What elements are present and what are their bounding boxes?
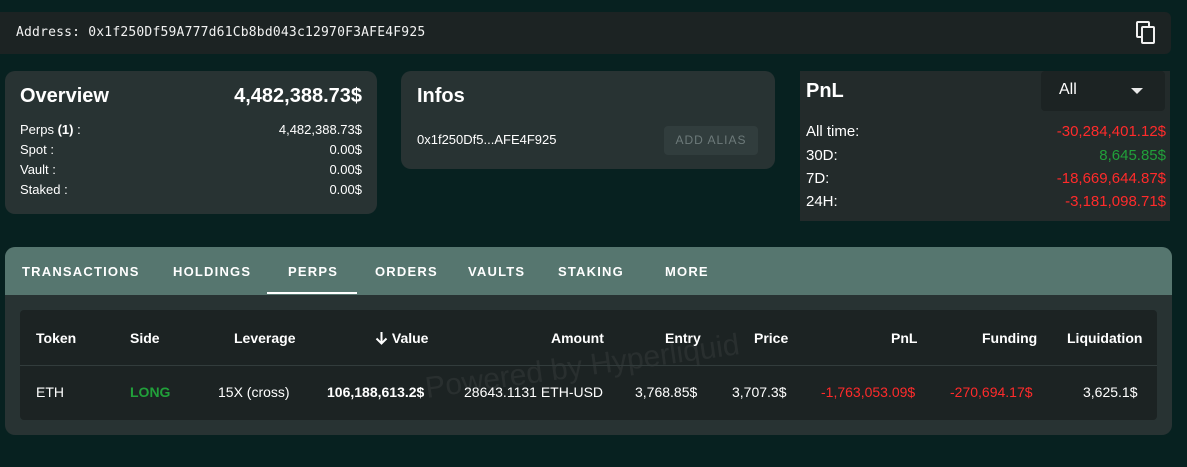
address-bar: Address: 0x1f250Df59A777d61Cb8bd043c1297…: [0, 12, 1171, 54]
overview-row-label: Spot :: [20, 142, 54, 157]
column-header-pnl[interactable]: PnL: [891, 330, 917, 346]
tab-orders[interactable]: ORDERS: [375, 264, 438, 279]
column-header-entry[interactable]: Entry: [665, 330, 701, 346]
overview-row-value: 0.00$: [329, 182, 362, 197]
column-header-value-label: Value: [391, 330, 429, 346]
perps-count: (1): [57, 122, 74, 137]
overview-row-label: Staked :: [20, 182, 68, 197]
overview-row-value: 0.00$: [329, 142, 362, 157]
column-header-leverage[interactable]: Leverage: [234, 330, 295, 346]
tab-staking[interactable]: STAKING: [558, 264, 624, 279]
pnl-row-value: -18,669,644.87$: [1056, 170, 1166, 187]
cell-price: 3,707.3$: [732, 384, 787, 400]
infos-title: Infos: [417, 85, 465, 107]
overview-row-value: 4,482,388.73$: [278, 122, 362, 137]
cell-pnl: -1,763,053.09$: [821, 384, 916, 400]
chevron-down-icon: [1131, 88, 1143, 94]
pnl-row-value: -3,181,098.71$: [1065, 193, 1166, 210]
address-text: Address: 0x1f250Df59A777d61Cb8bd043c1297…: [16, 25, 425, 40]
address-value: 0x1f250Df59A777d61Cb8bd043c12970F3AFE4F9…: [88, 25, 426, 40]
cell-token: ETH: [36, 384, 64, 400]
cell-entry: 3,768.85$: [635, 384, 698, 400]
tab-holdings[interactable]: HOLDINGS: [173, 264, 251, 279]
pnl-row-label: 7D:: [806, 170, 830, 187]
pnl-period-select[interactable]: All: [1041, 71, 1165, 111]
active-tab-indicator: [267, 292, 357, 294]
pnl-card: PnL All All time: -30,284,401.12$ 30D: 8…: [800, 71, 1170, 221]
column-header-side[interactable]: Side: [130, 330, 160, 346]
cell-value: 106,188,613.2$: [327, 384, 425, 400]
infos-card: Infos 0x1f250Df5...AFE4F925 ADD ALIAS: [401, 71, 775, 169]
add-alias-button[interactable]: ADD ALIAS: [664, 126, 758, 155]
overview-row-label: Vault :: [20, 162, 56, 177]
infos-short-address: 0x1f250Df5...AFE4F925: [417, 132, 557, 147]
column-header-token[interactable]: Token: [36, 330, 76, 346]
pnl-period-value: All: [1059, 81, 1077, 98]
pnl-row-value: -30,284,401.12$: [1056, 123, 1166, 140]
tab-more[interactable]: MORE: [665, 264, 709, 279]
pnl-row-label: All time:: [806, 123, 860, 140]
table-divider: [20, 365, 1157, 366]
cell-amount: 28643.1131 ETH-USD: [464, 384, 604, 400]
overview-title: Overview: [20, 85, 109, 107]
cell-leverage: 15X (cross): [218, 384, 290, 400]
arrow-down-icon: [375, 332, 388, 345]
column-header-funding[interactable]: Funding: [982, 330, 1037, 346]
overview-row-value: 0.00$: [329, 162, 362, 177]
tab-perps[interactable]: PERPS: [288, 264, 338, 279]
positions-table: Powered by Hyperliquid Token Side Levera…: [20, 310, 1157, 420]
positions-panel: TRANSACTIONS HOLDINGS PERPS ORDERS VAULT…: [5, 247, 1172, 435]
pnl-row-label: 30D:: [806, 147, 838, 164]
overview-total: 4,482,388.73$: [234, 85, 362, 107]
overview-row-label: Perps (1) :: [20, 122, 81, 137]
pnl-row-value: 8,645.85$: [1099, 147, 1166, 164]
cell-liquidation: 3,625.1$: [1083, 384, 1138, 400]
tab-transactions[interactable]: TRANSACTIONS: [22, 264, 140, 279]
address-label: Address:: [16, 25, 81, 40]
column-header-amount[interactable]: Amount: [551, 330, 604, 346]
overview-card: Overview 4,482,388.73$ Perps (1) : 4,482…: [5, 71, 377, 214]
pnl-title: PnL: [806, 80, 844, 102]
tab-vaults[interactable]: VAULTS: [468, 264, 525, 279]
pnl-row-label: 24H:: [806, 193, 838, 210]
copy-icon[interactable]: [1136, 21, 1156, 45]
cell-side: LONG: [130, 384, 171, 400]
tab-bar: TRANSACTIONS HOLDINGS PERPS ORDERS VAULT…: [5, 247, 1172, 295]
column-header-value[interactable]: Value: [375, 330, 428, 346]
cell-funding: -270,694.17$: [950, 384, 1033, 400]
column-header-liquidation[interactable]: Liquidation: [1067, 330, 1142, 346]
column-header-price[interactable]: Price: [754, 330, 788, 346]
